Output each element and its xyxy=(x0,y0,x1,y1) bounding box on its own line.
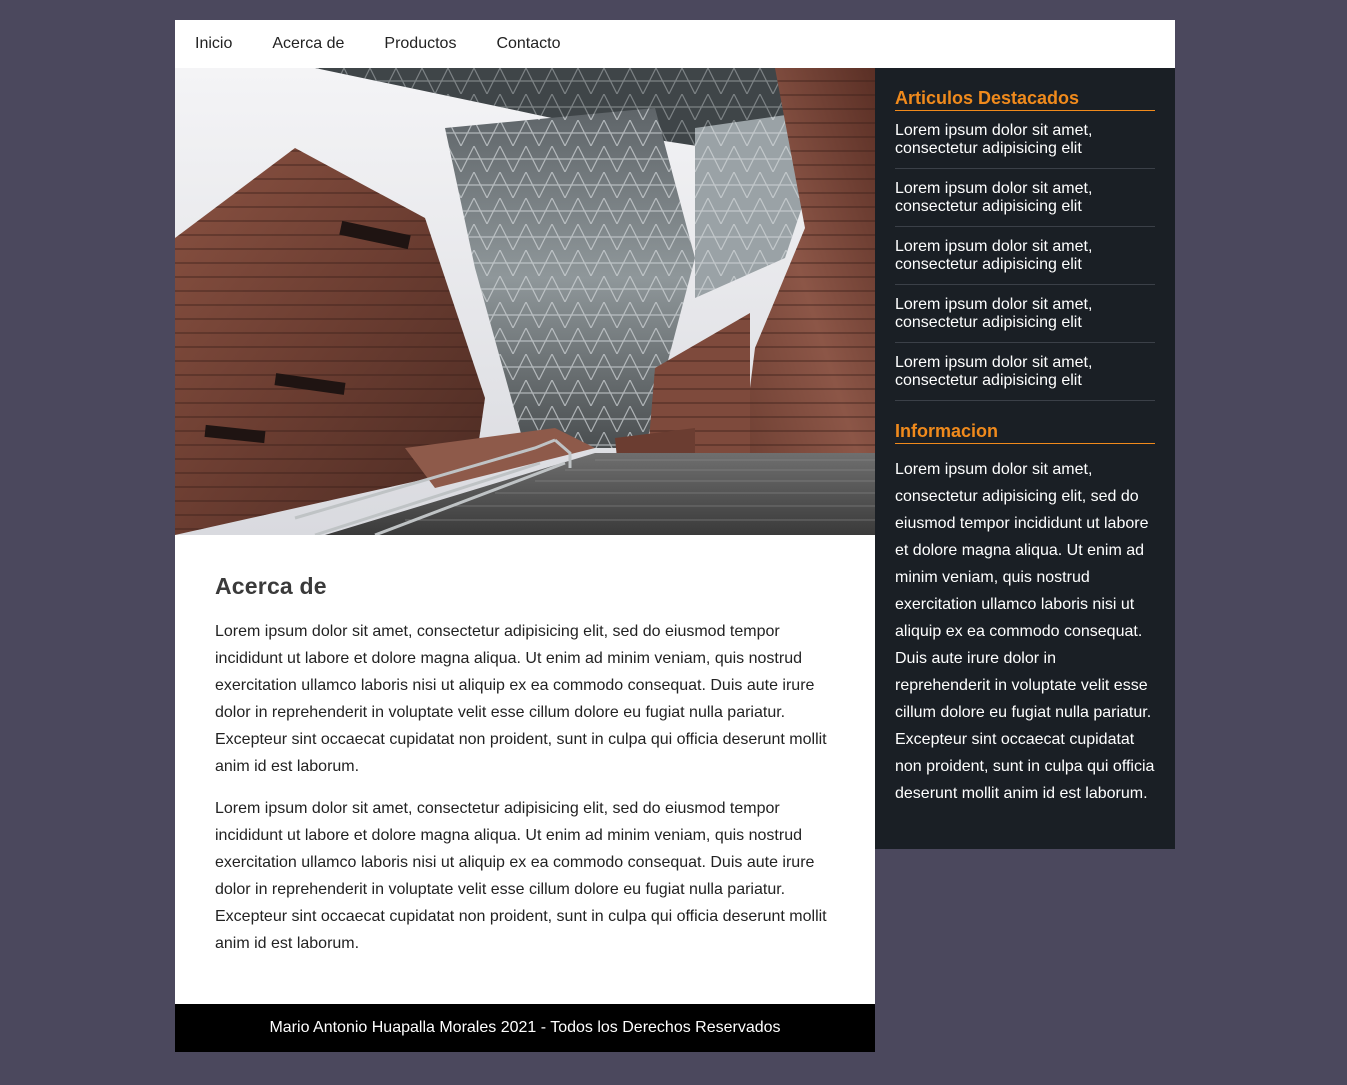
page-title: Acerca de xyxy=(215,573,327,599)
featured-articles-title: Articulos Destacados xyxy=(895,88,1155,111)
featured-article-item[interactable]: Lorem ipsum dolor sit amet, consectetur … xyxy=(895,343,1155,401)
nav-link-acerca-de[interactable]: Acerca de xyxy=(272,20,344,68)
top-navigation: Inicio Acerca de Productos Contacto xyxy=(175,20,1175,68)
footer: Mario Antonio Huapalla Morales 2021 - To… xyxy=(175,1004,875,1052)
featured-article-item[interactable]: Lorem ipsum dolor sit amet, consectetur … xyxy=(895,227,1155,285)
nav-link-inicio[interactable]: Inicio xyxy=(195,20,232,68)
information-title: Informacion xyxy=(895,421,1155,444)
nav-link-contacto[interactable]: Contacto xyxy=(496,20,560,68)
information-text: Lorem ipsum dolor sit amet, consectetur … xyxy=(895,461,1155,802)
hero-image xyxy=(175,68,875,535)
architecture-photo xyxy=(175,68,875,535)
main-column: Acerca de Lorem ipsum dolor sit amet, co… xyxy=(175,68,875,1052)
featured-articles-list: Lorem ipsum dolor sit amet, consectetur … xyxy=(895,111,1155,401)
columns: Acerca de Lorem ipsum dolor sit amet, co… xyxy=(175,68,1175,1052)
footer-text: Mario Antonio Huapalla Morales 2021 - To… xyxy=(269,1019,781,1036)
sidebar: Articulos Destacados Lorem ipsum dolor s… xyxy=(875,68,1175,849)
featured-article-item[interactable]: Lorem ipsum dolor sit amet, consectetur … xyxy=(895,111,1155,169)
paragraph-2: Lorem ipsum dolor sit amet, consectetur … xyxy=(215,800,827,952)
main-content: Acerca de Lorem ipsum dolor sit amet, co… xyxy=(175,535,875,1004)
featured-article-item[interactable]: Lorem ipsum dolor sit amet, consectetur … xyxy=(895,169,1155,227)
featured-article-item[interactable]: Lorem ipsum dolor sit amet, consectetur … xyxy=(895,285,1155,343)
nav-link-productos[interactable]: Productos xyxy=(384,20,456,68)
page-wrapper: Inicio Acerca de Productos Contacto Acer… xyxy=(175,20,1175,1052)
paragraph-1: Lorem ipsum dolor sit amet, consectetur … xyxy=(215,623,827,775)
